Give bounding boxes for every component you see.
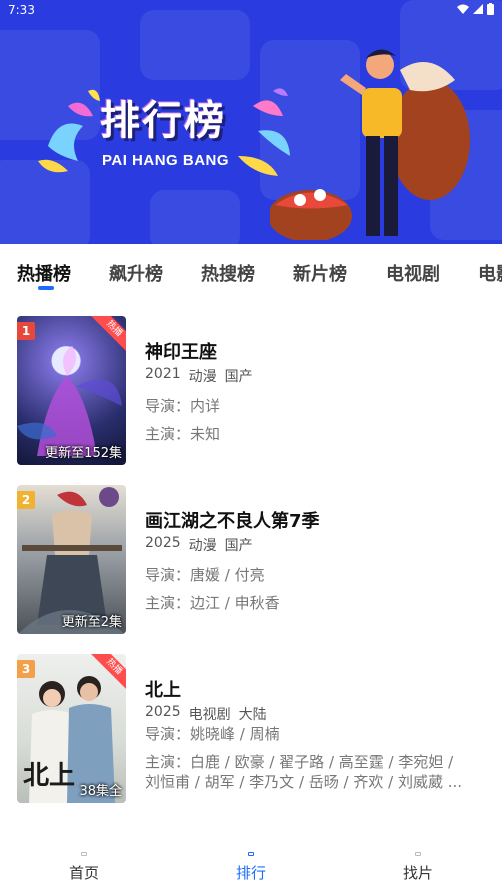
home-icon — [81, 852, 87, 856]
item-region: 大陆 — [238, 707, 267, 723]
list-item[interactable]: 2 更新至2集 画江湖之不良人第7季 2025 动漫 国产 导演：唐媛 / 付亮… — [17, 485, 487, 635]
episode-status: 更新至152集 — [45, 446, 122, 461]
tab-hot-search[interactable]: 热搜榜 — [201, 260, 255, 286]
nav-home-label: 首页 — [68, 864, 99, 882]
status-bar: 7:33 — [0, 0, 502, 22]
active-tab-indicator — [38, 286, 54, 290]
svg-text:北上: 北上 — [23, 761, 75, 791]
poster-image: 2 更新至2集 — [17, 485, 126, 634]
item-cast: 主演：白鹿 / 欧豪 / 翟子路 / 高至霆 / 李宛妲 / — [145, 753, 454, 771]
episode-status: 38集全 — [79, 784, 122, 799]
rank-badge: 3 — [17, 660, 35, 678]
nav-home[interactable]: 首页 — [54, 852, 114, 883]
nav-ranking[interactable]: 排行 — [221, 852, 281, 883]
battery-icon — [487, 3, 494, 15]
tab-rising[interactable]: 飙升榜 — [109, 260, 163, 286]
wifi-icon — [457, 4, 469, 14]
tab-hot-play[interactable]: 热播榜 — [17, 260, 71, 286]
item-year: 2025 — [145, 704, 181, 720]
item-genre: 动漫 — [188, 369, 217, 385]
nav-ranking-label: 排行 — [235, 864, 266, 882]
item-genre: 电视剧 — [188, 707, 231, 723]
bottom-nav: 首页 排行 找片 — [0, 848, 502, 892]
item-cast-continued: 刘恒甫 / 胡军 / 李乃文 / 岳旸 / 齐欢 / 刘威葳 ... — [145, 773, 463, 791]
item-year: 2025 — [145, 535, 181, 551]
item-meta: 2025 动漫 国产 — [145, 535, 253, 555]
nav-find-label: 找片 — [402, 864, 433, 882]
item-meta: 2021 动漫 国产 — [145, 366, 253, 386]
find-icon — [415, 852, 421, 856]
poster-image: 1 热播 更新至152集 — [17, 316, 126, 465]
item-cast: 主演：未知 — [145, 425, 221, 443]
tab-tv-series[interactable]: 电视剧 — [386, 260, 440, 286]
poster-image: 北上 3 热播 38集全 — [17, 654, 126, 803]
status-time: 7:33 — [8, 3, 35, 17]
item-title[interactable]: 画江湖之不良人第7季 — [145, 507, 320, 533]
signal-icon — [473, 4, 483, 14]
banner: 7:33 排行榜 PAI HANG BANG — [0, 0, 502, 244]
item-region: 国产 — [224, 538, 253, 554]
item-director: 导演：姚晓峰 / 周楠 — [145, 725, 280, 743]
item-title[interactable]: 神印王座 — [145, 338, 217, 364]
item-title[interactable]: 北上 — [145, 676, 181, 702]
item-meta: 2025 电视剧 大陆 — [145, 704, 267, 724]
nav-find[interactable]: 找片 — [388, 852, 448, 883]
item-genre: 动漫 — [188, 538, 217, 554]
item-director: 导演：内详 — [145, 397, 221, 415]
banner-illustration — [270, 49, 470, 240]
status-icons — [457, 3, 494, 15]
tab-new-release[interactable]: 新片榜 — [293, 260, 347, 286]
ranking-icon — [248, 852, 254, 856]
rank-badge: 2 — [17, 491, 35, 509]
banner-subtitle: PAI HANG BANG — [102, 152, 230, 169]
item-cast: 主演：边江 / 申秋香 — [145, 594, 280, 612]
item-director: 导演：唐媛 / 付亮 — [145, 566, 265, 584]
banner-title: 排行榜 — [100, 98, 226, 144]
item-region: 国产 — [224, 369, 253, 385]
category-tabs: 热播榜 飙升榜 热搜榜 新片榜 电视剧 电影 — [0, 244, 502, 294]
banner-logo: 排行榜 PAI HANG BANG — [38, 86, 294, 184]
item-year: 2021 — [145, 366, 181, 382]
episode-status: 更新至2集 — [61, 615, 122, 630]
list-item[interactable]: 1 热播 更新至152集 神印王座 2021 动漫 国产 导演：内详 主演：未知 — [17, 316, 487, 466]
tab-movies[interactable]: 电影 — [478, 260, 502, 286]
list-item[interactable]: 北上 3 热播 38集全 北上 2025 电视剧 大陆 导演：姚晓峰 / 周楠 … — [17, 654, 487, 804]
rank-badge: 1 — [17, 322, 35, 340]
